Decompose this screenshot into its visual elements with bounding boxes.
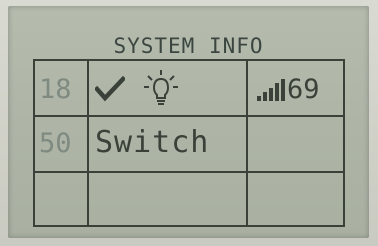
table-row[interactable] (35, 173, 343, 225)
lightbulb-icon (143, 68, 179, 113)
signal-value: 69 (287, 74, 320, 105)
screen-title: SYSTEM INFO (113, 34, 264, 58)
lcd-screen: SYSTEM INFO 18 69 50 Switch (8, 6, 369, 238)
table-row[interactable]: 18 69 (35, 61, 343, 115)
device-label: Switch (95, 125, 210, 160)
table-row[interactable]: 50 Switch (35, 117, 343, 171)
checkmark-icon (93, 75, 127, 107)
row-number: 50 (39, 128, 72, 159)
row-number: 18 (39, 74, 72, 105)
signal-bars-icon (257, 79, 285, 106)
info-table: 18 69 50 Switch (33, 59, 345, 227)
